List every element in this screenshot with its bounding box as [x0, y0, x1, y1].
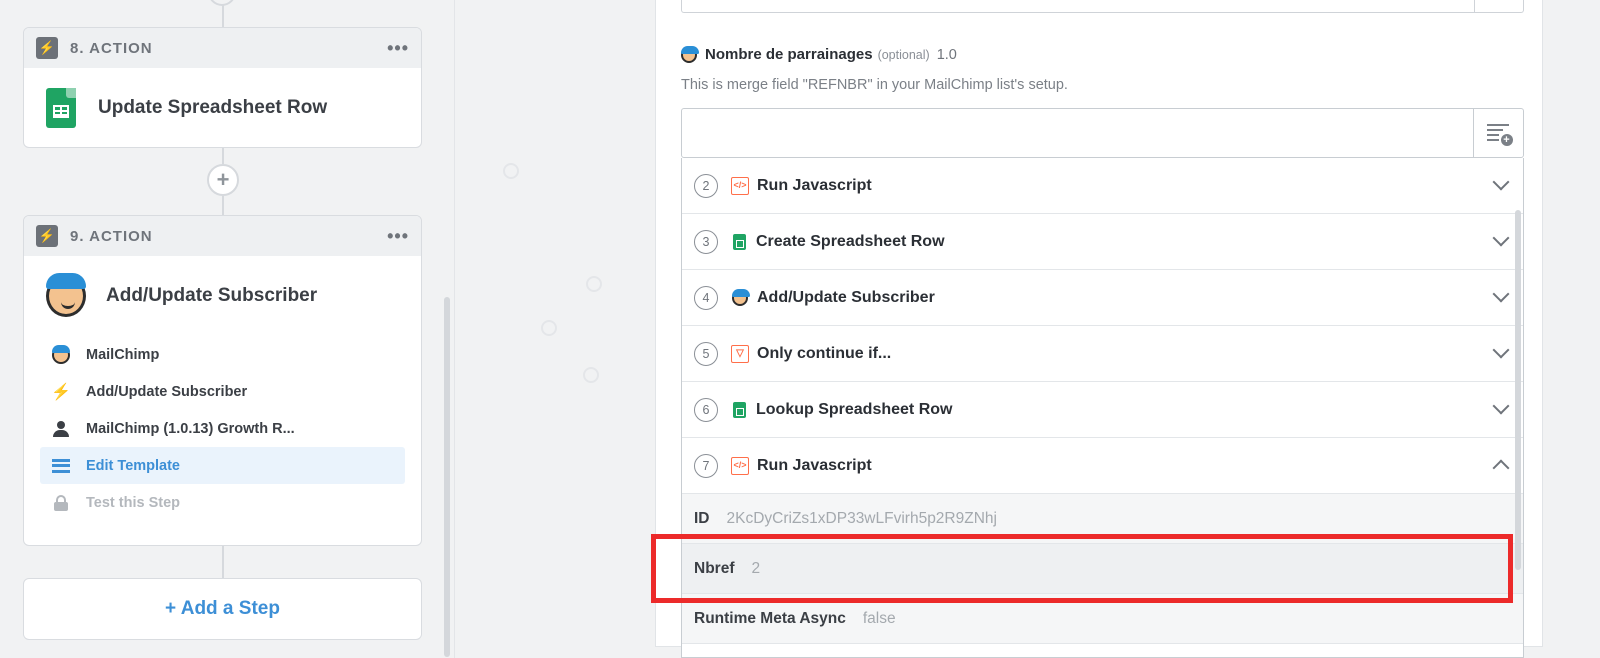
sub-item-edit-template[interactable]: Edit Template	[40, 447, 405, 484]
highlight-annotation	[651, 534, 1513, 603]
decor-circle	[503, 163, 519, 179]
step-number-badge: 4	[694, 285, 718, 310]
dropdown-step-row[interactable]: 2 </> Run Javascript	[682, 158, 1523, 214]
decor-circle	[586, 276, 602, 292]
chevron-down-icon[interactable]	[1492, 285, 1510, 303]
chevron-down-icon[interactable]	[1492, 341, 1510, 359]
step-number-badge: 5	[694, 341, 718, 366]
google-sheets-icon	[733, 233, 746, 250]
sub-item-account[interactable]: MailChimp (1.0.13) Growth R...	[40, 410, 405, 447]
code-icon: </>	[731, 456, 749, 475]
step-title: Update Spreadsheet Row	[98, 97, 328, 118]
connector-line	[222, 196, 224, 216]
connector-node	[208, 0, 236, 6]
dropdown-step-row[interactable]: 3 Create Spreadsheet Row	[682, 214, 1523, 270]
mailchimp-icon	[52, 344, 70, 364]
optional-tag: (optional)	[877, 47, 930, 62]
merge-field-input[interactable]	[681, 108, 1524, 158]
step-header: ⚡ 8. ACTION •••	[24, 28, 421, 68]
step-number-badge: 3	[694, 229, 718, 254]
list-icon	[52, 458, 70, 473]
previous-field-input[interactable]	[681, 0, 1524, 13]
field-label: Nombre de parrainages (optional) 1.0	[681, 45, 957, 63]
bolt-icon: ⚡	[36, 225, 58, 247]
connector-line	[222, 546, 224, 578]
step-number-badge: 2	[694, 173, 718, 198]
step-number-label: 9. ACTION	[70, 227, 153, 245]
chevron-down-icon[interactable]	[1492, 173, 1510, 191]
bolt-icon: ⚡	[51, 383, 71, 401]
person-icon	[53, 420, 69, 437]
step-title: Add/Update Subscriber	[106, 285, 318, 306]
sub-item-test-step[interactable]: Test this Step	[40, 484, 405, 521]
google-sheets-icon	[46, 88, 76, 128]
list-add-icon	[1486, 124, 1513, 146]
bolt-icon: ⚡	[36, 37, 58, 59]
chevron-down-icon[interactable]	[1492, 229, 1510, 247]
mailchimp-icon	[732, 288, 750, 306]
step-card-9[interactable]: ⚡ 9. ACTION ••• Add/Update Subscriber Ma…	[23, 215, 422, 546]
step-title-row[interactable]: Add/Update Subscriber	[24, 256, 421, 336]
dropdown-scrollbar[interactable]	[1515, 210, 1521, 570]
step-sub-menu: MailChimp ⚡ Add/Update Subscriber MailCh…	[24, 336, 421, 539]
editor-sidebar: ⚡ 8. ACTION ••• Update Spreadsheet Row +…	[0, 0, 455, 658]
lock-icon	[54, 494, 68, 511]
more-options-icon[interactable]: •••	[387, 38, 409, 59]
mailchimp-icon	[46, 273, 86, 317]
sidebar-scrollbar[interactable]	[444, 297, 450, 657]
step-number-badge: 6	[694, 397, 718, 422]
code-icon: </>	[731, 176, 749, 195]
add-step-between-button[interactable]: +	[207, 164, 239, 196]
chevron-up-icon[interactable]	[1492, 459, 1510, 477]
version-tag: 1.0	[936, 46, 957, 63]
step-title-row[interactable]: Update Spreadsheet Row	[24, 68, 421, 147]
google-sheets-icon	[733, 401, 746, 418]
dropdown-step-row[interactable]: 4 Add/Update Subscriber	[682, 270, 1523, 326]
more-options-icon[interactable]: •••	[387, 226, 409, 247]
filter-icon: ▽	[731, 344, 749, 363]
connector-line	[222, 148, 224, 164]
dropdown-step-row-expanded[interactable]: 7 </> Run Javascript	[682, 438, 1523, 494]
step-number-label: 8. ACTION	[70, 39, 153, 57]
add-step-button[interactable]: + Add a Step	[23, 578, 422, 640]
step-card-8[interactable]: ⚡ 8. ACTION ••• Update Spreadsheet Row	[23, 27, 422, 148]
insert-field-button[interactable]	[1473, 109, 1523, 157]
chevron-down-icon[interactable]	[1492, 397, 1510, 415]
decor-circle	[541, 320, 557, 336]
step-header: ⚡ 9. ACTION •••	[24, 216, 421, 256]
dropdown-step-row[interactable]: 5 ▽ Only continue if...	[682, 326, 1523, 382]
sub-item-action[interactable]: ⚡ Add/Update Subscriber	[40, 373, 405, 410]
field-help-text: This is merge field "REFNBR" in your Mai…	[681, 77, 1068, 93]
sub-item-app[interactable]: MailChimp	[40, 336, 405, 373]
dropdown-step-row[interactable]: 6 Lookup Spreadsheet Row	[682, 382, 1523, 438]
decor-circle	[583, 367, 599, 383]
step-number-badge: 7	[694, 453, 718, 478]
mailchimp-icon	[681, 45, 699, 63]
